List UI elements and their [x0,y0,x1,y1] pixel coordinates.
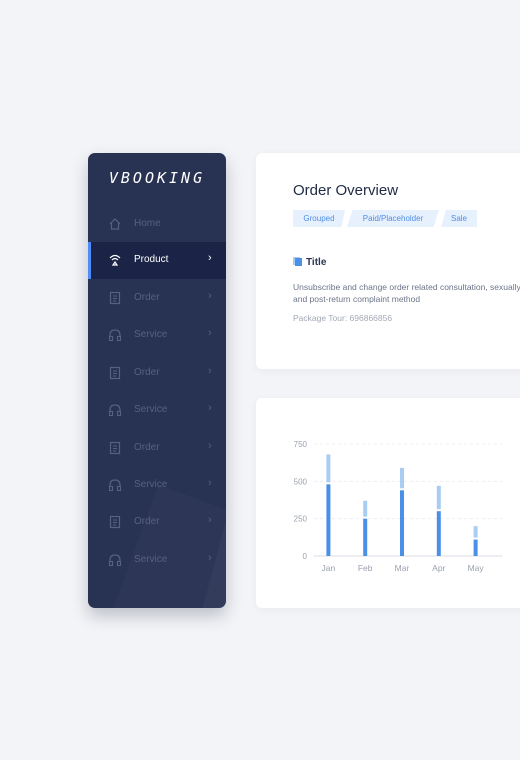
bar-mar-upper [400,467,404,489]
sidebar-item-service[interactable]: Service › [88,317,226,354]
sidebar-item-label: Service [134,479,168,490]
headphones-icon [108,478,122,492]
sidebar-item-label: Service [134,554,168,565]
description: Unsubscribe and change order related con… [293,282,520,304]
x-tick-label: Apr [432,563,445,573]
sidebar-item-label: Order [134,367,160,378]
document-icon [108,441,122,455]
bar-chart: 0 250 500 750 Jan Feb Mar Apr May [294,440,502,573]
bar-apr-upper [436,485,441,510]
chart-card: 0 250 500 750 Jan Feb Mar Apr May [256,398,520,608]
headphones-icon [108,403,122,417]
document-icon [108,291,122,305]
page-title: Order Overview [293,182,399,199]
logo: VBOOKING [108,169,206,187]
document-flag-icon [293,257,302,266]
document-icon [108,366,122,380]
sidebar-item-label: Product [134,254,169,265]
tag-grouped[interactable]: Grouped [293,210,345,227]
sidebar: VBOOKING Home Product › Order › Service › Order… [88,153,226,608]
chevron-right-icon: › [208,514,212,526]
bar-mar [400,490,404,556]
sidebar-item-order[interactable]: Order › [88,504,226,541]
sidebar-item-home[interactable]: Home [88,206,226,243]
chevron-right-icon: › [208,552,212,564]
chevron-right-icon: › [208,252,212,264]
chevron-right-icon: › [208,477,212,489]
chevron-right-icon: › [208,365,212,377]
bar-feb-upper [363,500,368,517]
home-icon [108,217,122,231]
broadcast-icon [108,253,122,267]
sidebar-item-label: Service [134,329,168,340]
chevron-right-icon: › [208,327,212,339]
sidebar-item-service[interactable]: Service › [88,392,226,429]
package-tour: Package Tour: 696866856 [293,313,393,323]
headphones-icon [108,328,122,342]
document-icon [108,515,122,529]
bar-apr [436,511,441,556]
sidebar-item-label: Home [134,218,161,229]
bar-may-upper [473,526,478,538]
bar-may [473,539,478,556]
x-tick-label: Mar [395,563,410,573]
bar-jan-upper [326,454,331,483]
sidebar-item-label: Order [134,516,160,527]
order-overview-card: Order Overview Grouped Paid/Placeholder … [256,153,520,369]
sidebar-item-label: Order [134,292,160,303]
chevron-right-icon: › [208,440,212,452]
sidebar-item-label: Order [134,442,160,453]
sidebar-item-order[interactable]: Order › [88,355,226,392]
sidebar-item-order[interactable]: Order › [88,280,226,317]
headphones-icon [108,553,122,567]
y-tick-label: 500 [294,477,308,486]
x-tick-label: Jan [322,563,336,573]
y-tick-label: 250 [294,515,308,524]
chevron-right-icon: › [208,402,212,414]
sidebar-item-product[interactable]: Product › [88,242,226,279]
x-tick-label: Feb [358,563,373,573]
y-tick-label: 750 [294,440,308,449]
sidebar-item-label: Service [134,404,168,415]
bar-feb [363,518,368,556]
bar-jan [326,484,331,556]
sidebar-item-service[interactable]: Service › [88,542,226,579]
section-title: Title [306,257,327,268]
x-tick-label: May [468,563,485,573]
y-tick-label: 0 [303,552,308,561]
tag-paid-placeholder[interactable]: Paid/Placeholder [347,210,439,227]
tag-sale[interactable]: Sale [441,210,477,227]
sidebar-item-service[interactable]: Service › [88,467,226,504]
chevron-right-icon: › [208,290,212,302]
sidebar-item-order[interactable]: Order › [88,430,226,467]
